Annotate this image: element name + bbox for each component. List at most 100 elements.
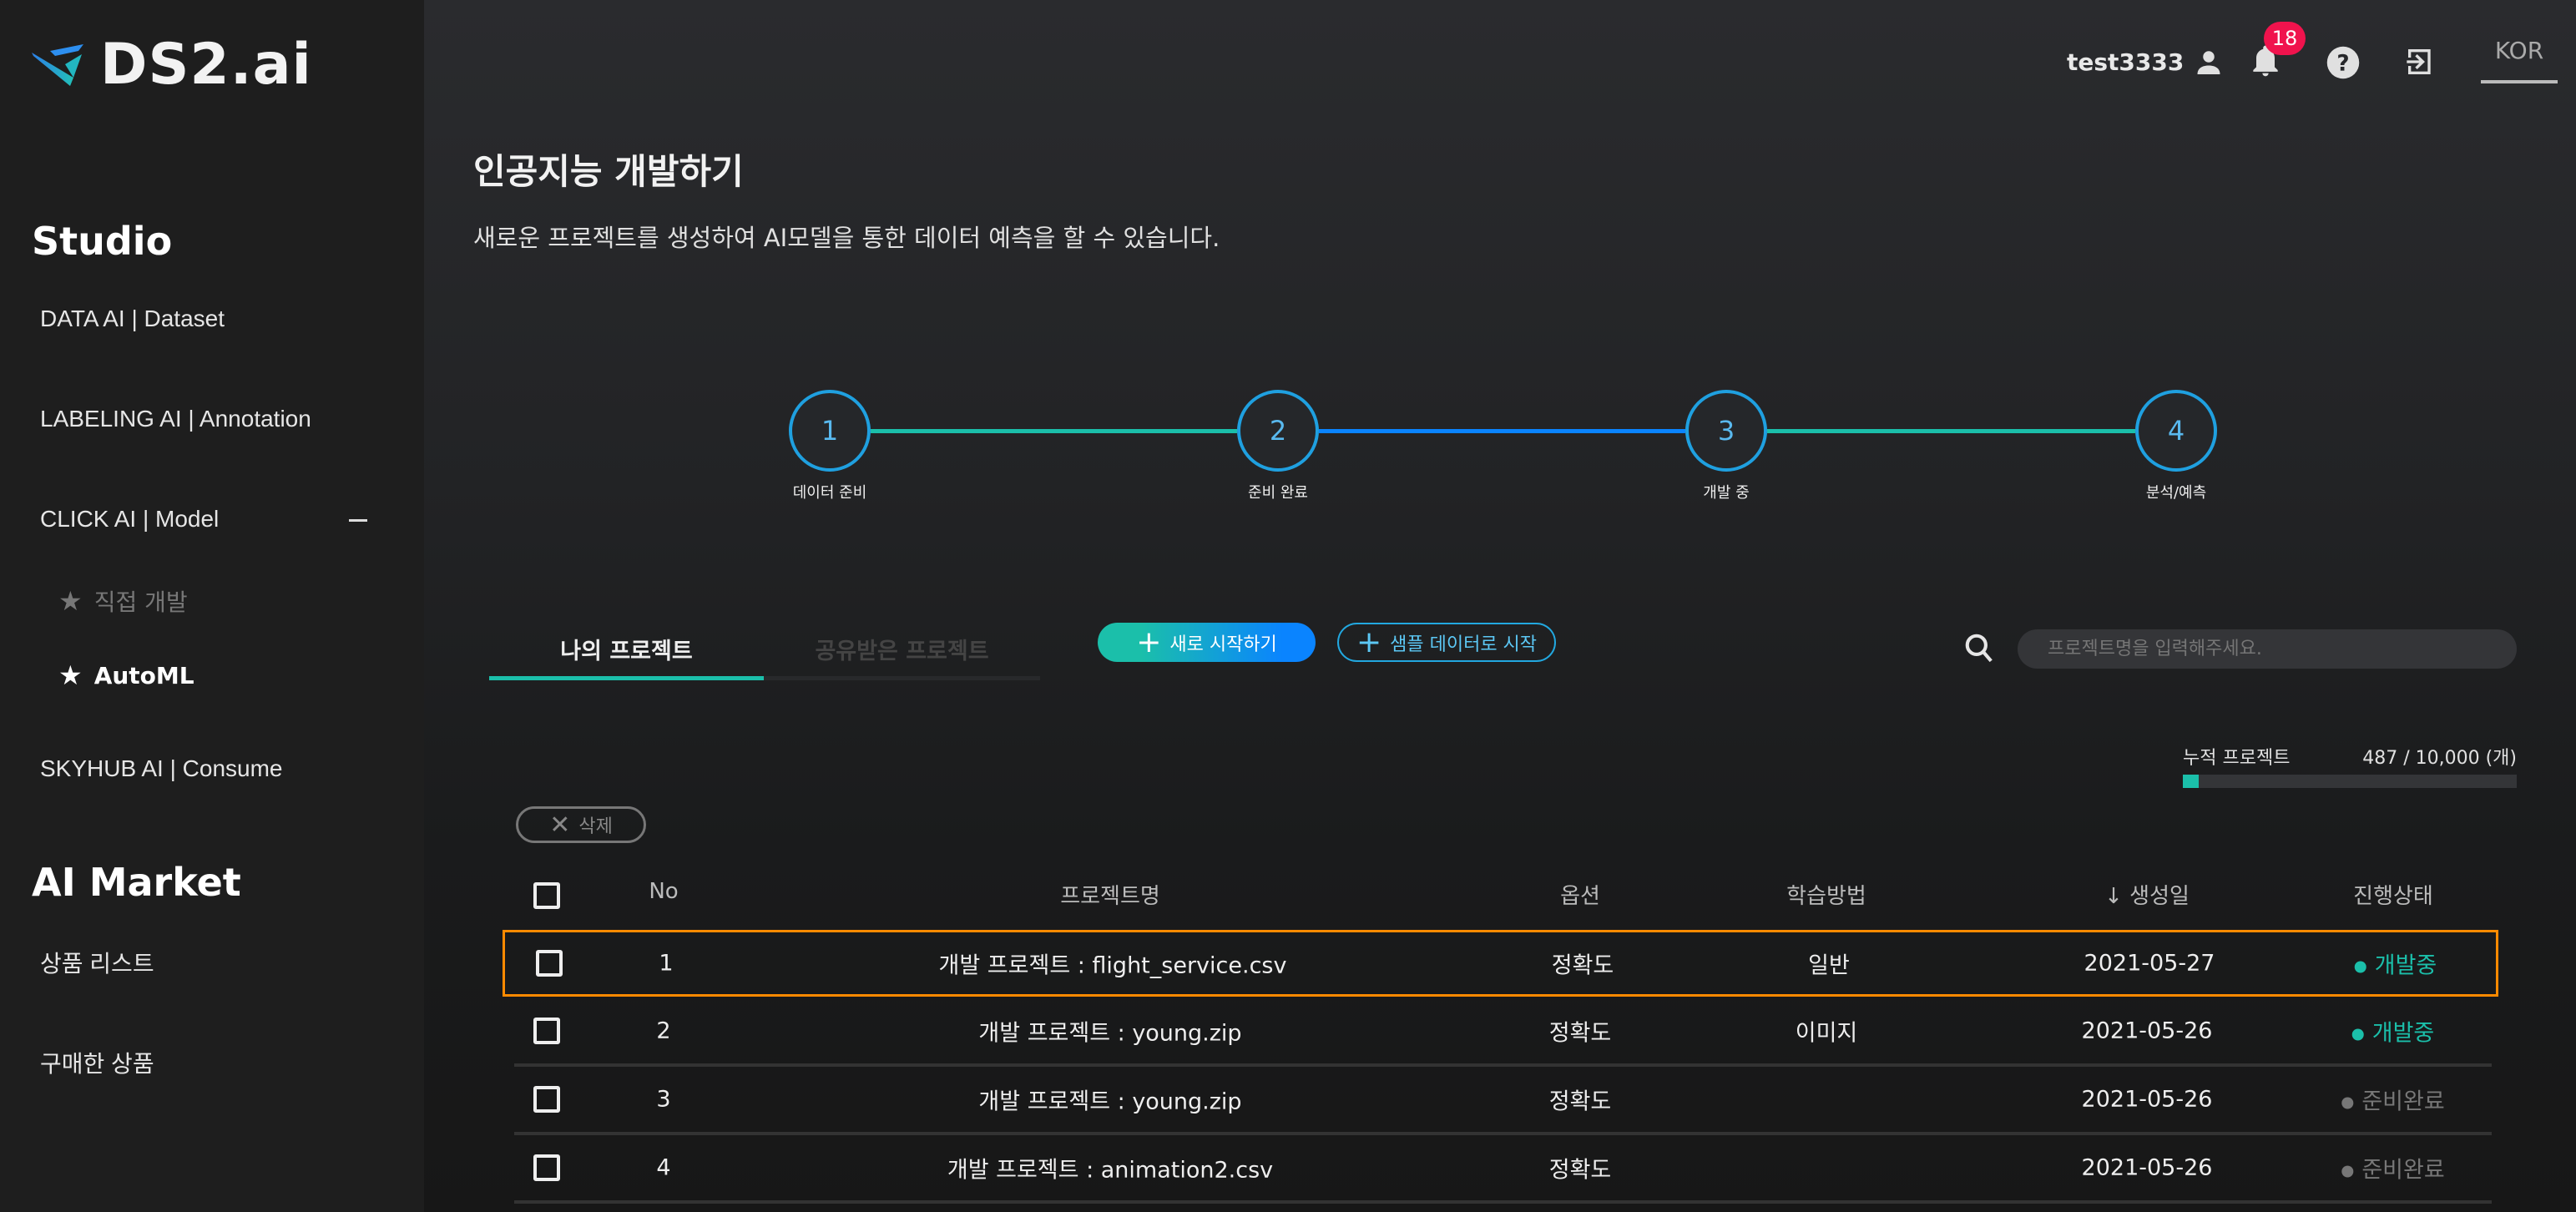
cell-name: 개발 프로젝트 : young.zip — [978, 1088, 1242, 1115]
status-badge: 준비완료 — [2341, 1152, 2445, 1184]
new-project-button[interactable]: + 새로 시작하기 — [1098, 623, 1316, 662]
button-label: 샘플 데이터로 시작 — [1390, 634, 1538, 655]
cell-name: 개발 프로젝트 : animation2.csv — [947, 1157, 1274, 1184]
usage-bar-fill — [2183, 775, 2200, 788]
step-4: 4 — [2135, 390, 2217, 472]
notification-badge: 18 — [2264, 22, 2306, 55]
cell-name: 개발 프로젝트 : flight_service.csv — [938, 952, 1287, 979]
brand-name: DS2.ai — [100, 32, 312, 98]
svg-text:?: ? — [2336, 52, 2349, 77]
cell-date: 2021-05-26 — [2081, 1154, 2213, 1181]
collapse-icon[interactable] — [349, 519, 367, 522]
project-search-input[interactable] — [2018, 629, 2517, 669]
select-all-checkbox[interactable] — [533, 882, 560, 909]
usage-value: 487 / 10,000 (개) — [2362, 748, 2517, 769]
cell-option: 정확도 — [1548, 1020, 1612, 1047]
logo[interactable]: DS2.ai — [32, 32, 312, 98]
plus-icon: + — [1356, 624, 1382, 659]
header-no[interactable]: No — [649, 879, 678, 904]
language-selector[interactable]: KOR — [2481, 37, 2558, 83]
cell-name: 개발 프로젝트 : young.zip — [978, 1020, 1242, 1047]
star-icon: ★ — [58, 659, 83, 691]
page-title: 인공지능 개발하기 — [473, 151, 744, 192]
header-date[interactable]: ↓ 생성일 — [2104, 879, 2190, 910]
username: test3333 — [2067, 48, 2185, 76]
step-connector — [1767, 429, 2135, 433]
sort-down-icon: ↓ — [2104, 884, 2123, 909]
table-row[interactable]: 4 개발 프로젝트 : animation2.csv 정확도 2021-05-26 준비… — [514, 1135, 2492, 1204]
cell-option: 정확도 — [1551, 952, 1614, 979]
user-icon — [2197, 51, 2220, 74]
tab-my-projects[interactable]: 나의 프로젝트 — [489, 622, 764, 680]
close-icon: ✕ — [549, 810, 571, 840]
subitem-label: 직접 개발 — [93, 588, 188, 616]
status-dot-icon — [2341, 1165, 2354, 1177]
button-label: 삭제 — [578, 816, 613, 837]
sidebar-item-skyhub-ai[interactable]: SKYHUB AI | Consume — [40, 755, 283, 782]
status-badge: 개발중 — [2354, 947, 2437, 980]
search-icon[interactable] — [1963, 631, 1995, 664]
tab-shared-projects[interactable]: 공유받은 프로젝트 — [764, 622, 1040, 680]
status-label: 준비완료 — [2361, 1088, 2445, 1115]
cell-no: 2 — [656, 1018, 671, 1044]
step-2: 2 — [1237, 390, 1319, 472]
row-checkbox[interactable] — [533, 1086, 560, 1113]
table-header: No 프로젝트명 옵션 학습방법 ↓ 생성일 진행상태 — [0, 879, 2576, 912]
header-date-label: 생성일 — [2129, 884, 2190, 909]
status-label: 개발중 — [2374, 952, 2437, 979]
cell-option: 정확도 — [1548, 1088, 1612, 1115]
table-row[interactable]: 1 개발 프로젝트 : flight_service.csv 정확도 일반 2021-0… — [503, 930, 2498, 997]
row-checkbox[interactable] — [536, 950, 563, 977]
status-dot-icon — [2354, 961, 2366, 972]
cell-option: 정확도 — [1548, 1157, 1612, 1184]
cell-no: 1 — [659, 950, 674, 977]
row-checkbox[interactable] — [533, 1154, 560, 1181]
sidebar: DS2.ai Studio DATA AI | Dataset LABELING… — [0, 0, 424, 1212]
step-1: 1 — [789, 390, 871, 472]
cell-method: 이미지 — [1795, 1020, 1858, 1047]
logo-icon — [32, 43, 83, 86]
cell-no: 4 — [656, 1154, 671, 1181]
step-connector — [871, 429, 1237, 433]
studio-heading: Studio — [32, 219, 173, 264]
logout-icon[interactable] — [2404, 45, 2437, 78]
button-label: 새로 시작하기 — [1169, 634, 1277, 655]
plus-icon: + — [1136, 624, 1162, 659]
sidebar-subitem-direct[interactable]: ★ 직접 개발 — [58, 584, 188, 618]
status-dot-icon — [2351, 1028, 2364, 1040]
status-badge: 개발중 — [2351, 1015, 2434, 1048]
notifications-button[interactable]: 18 — [2247, 22, 2306, 83]
page-subtitle: 새로운 프로젝트를 생성하여 AI모델을 통한 데이터 예측을 할 수 있습니다… — [473, 224, 1220, 252]
sidebar-item-labeling-ai[interactable]: LABELING AI | Annotation — [40, 406, 311, 432]
status-dot-icon — [2341, 1097, 2354, 1108]
table-row[interactable]: 3 개발 프로젝트 : young.zip 정확도 2021-05-26 준비완료 — [514, 1067, 2492, 1135]
help-icon[interactable]: ? — [2326, 45, 2361, 80]
status-label: 준비완료 — [2361, 1157, 2445, 1184]
sample-data-button[interactable]: + 샘플 데이터로 시작 — [1337, 623, 1556, 662]
usage-bar — [2183, 775, 2517, 788]
header-method[interactable]: 학습방법 — [1786, 879, 1866, 910]
row-checkbox[interactable] — [533, 1018, 560, 1044]
cell-method: 일반 — [1808, 952, 1850, 979]
delete-button[interactable]: ✕ 삭제 — [516, 806, 646, 843]
header-name[interactable]: 프로젝트명 — [1060, 879, 1160, 910]
step-3: 3 — [1685, 390, 1767, 472]
header-status[interactable]: 진행상태 — [2353, 879, 2433, 910]
user-menu[interactable]: test3333 — [2067, 47, 2224, 77]
sidebar-item-data-ai[interactable]: DATA AI | Dataset — [40, 306, 225, 332]
cell-no: 3 — [656, 1086, 671, 1113]
cell-date: 2021-05-27 — [2084, 950, 2215, 977]
header-option[interactable]: 옵션 — [1560, 879, 1600, 910]
step-label: 준비 완료 — [1248, 484, 1308, 502]
table-row[interactable]: 2 개발 프로젝트 : young.zip 정확도 이미지 2021-05-26 개발중 — [514, 998, 2492, 1067]
sidebar-item-click-ai[interactable]: CLICK AI | Model — [40, 506, 219, 533]
cell-date: 2021-05-26 — [2081, 1086, 2213, 1113]
star-icon: ★ — [58, 585, 83, 617]
sidebar-subitem-automl[interactable]: ★ AutoML — [58, 659, 194, 691]
cell-date: 2021-05-26 — [2081, 1018, 2213, 1044]
sidebar-item-product-list[interactable]: 상품 리스트 — [40, 946, 154, 979]
sidebar-item-purchased[interactable]: 구매한 상품 — [40, 1046, 154, 1079]
step-connector — [1319, 429, 1685, 433]
step-label: 개발 중 — [1703, 484, 1750, 502]
step-label: 데이터 준비 — [792, 484, 867, 502]
